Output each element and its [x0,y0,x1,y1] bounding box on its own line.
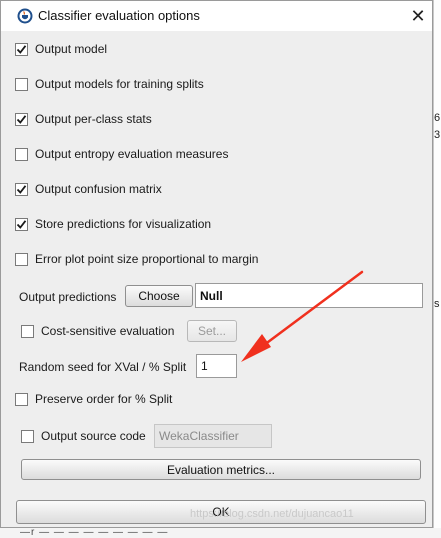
source-class-name-field[interactable]: WekaClassifier [154,424,272,448]
background-text: —r — — — — — — — — — [20,527,169,538]
option-label: Output confusion matrix [35,182,162,196]
random-seed-field[interactable]: 1 [196,354,237,378]
window-title: Classifier evaluation options [38,8,200,23]
java-cup-icon [17,8,33,24]
checkmark-icon [16,44,27,54]
option-label: Output model [35,42,108,56]
preserve-order-label: Preserve order for % Split [35,392,173,406]
option-checkbox[interactable] [15,217,28,231]
set-button[interactable]: Set... [187,320,237,342]
checkmark-icon [16,114,27,124]
option-checkbox-row[interactable]: Error plot point size proportional to ma… [15,249,258,269]
option-label: Output models for training splits [35,77,204,91]
background-bottom: —r — — — — — — — — — [0,527,441,538]
output-source-checkbox-row[interactable]: Output source code [21,426,146,446]
background-window-right [433,0,441,538]
option-checkbox[interactable] [15,112,28,126]
preserve-order-checkbox[interactable] [15,392,28,406]
cost-sensitive-label: Cost-sensitive evaluation [41,324,175,338]
cost-sensitive-checkbox[interactable] [21,324,34,338]
option-label: Store predictions for visualization [35,217,212,231]
option-checkbox[interactable] [15,42,28,56]
checkmark-icon [16,184,27,194]
option-checkbox-row[interactable]: Output models for training splits [15,74,204,94]
close-button[interactable]: ✕ [406,5,430,27]
title-bar[interactable]: Classifier evaluation options ✕ [1,1,432,31]
option-checkbox[interactable] [15,147,28,161]
watermark: https://blog.csdn.net/dujuancao11 [190,508,354,520]
output-source-checkbox[interactable] [21,429,34,443]
background-char: 3 [434,129,441,141]
output-predictions-field[interactable]: Null [195,283,423,308]
option-checkbox[interactable] [15,77,28,91]
option-checkbox-row[interactable]: Store predictions for visualization [15,214,211,234]
option-label: Output per-class stats [35,112,152,126]
cost-sensitive-checkbox-row[interactable]: Cost-sensitive evaluation [21,321,174,341]
option-checkbox[interactable] [15,252,28,266]
background-char: s [434,298,440,310]
option-checkbox-row[interactable]: Output entropy evaluation measures [15,144,228,164]
option-checkbox-row[interactable]: Output per-class stats [15,109,152,129]
background-char: 6 [434,112,441,124]
option-checkbox-row[interactable]: Output confusion matrix [15,179,162,199]
output-source-label: Output source code [41,429,146,443]
choose-button[interactable]: Choose [125,285,193,307]
option-checkbox-row[interactable]: Output model [15,39,107,59]
evaluation-metrics-button[interactable]: Evaluation metrics... [21,459,421,480]
preserve-order-checkbox-row[interactable]: Preserve order for % Split [15,389,172,409]
output-predictions-label: Output predictions [19,290,117,304]
checkmark-icon [16,219,27,229]
random-seed-label: Random seed for XVal / % Split [19,360,187,374]
close-icon: ✕ [410,6,426,26]
option-label: Error plot point size proportional to ma… [35,252,259,266]
classifier-evaluation-options-dialog: Classifier evaluation options ✕ Output m… [0,0,433,528]
option-label: Output entropy evaluation measures [35,147,229,161]
option-checkbox[interactable] [15,182,28,196]
